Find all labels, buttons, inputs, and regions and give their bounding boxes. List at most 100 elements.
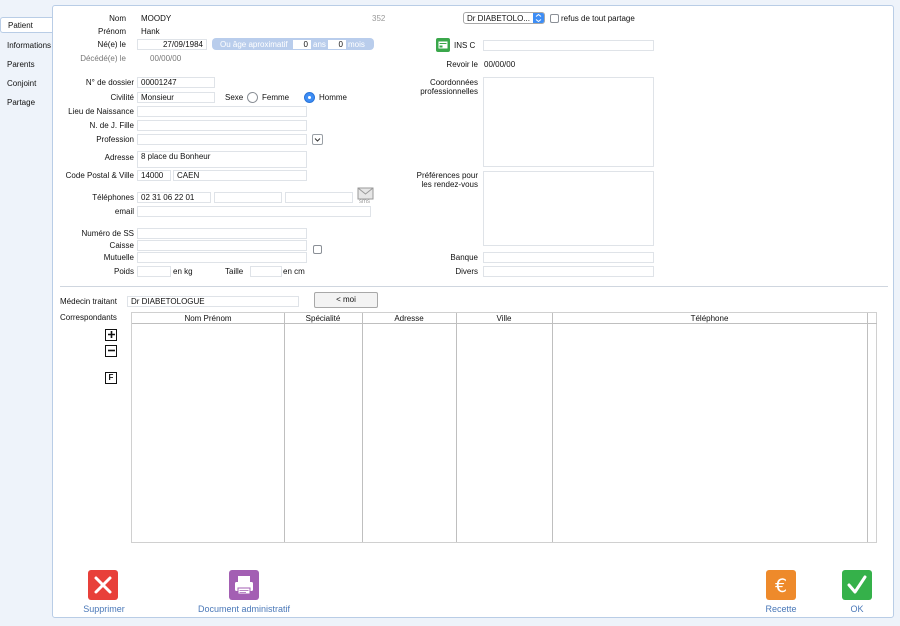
sms-label: sms xyxy=(359,199,370,205)
correspondants-label: Correspondants xyxy=(60,313,117,322)
nom-field[interactable]: MOODY xyxy=(137,13,331,24)
doctor-select-value: Dr DIABETOLO... xyxy=(467,14,530,23)
col-divider xyxy=(456,313,457,542)
mutuelle-checkbox[interactable] xyxy=(313,245,322,254)
col-specialite[interactable]: Spécialité xyxy=(284,313,362,324)
taille-label: Taille xyxy=(225,267,244,276)
delete-x-icon xyxy=(94,576,112,594)
col-adresse[interactable]: Adresse xyxy=(362,313,456,324)
ok-button[interactable] xyxy=(842,570,872,600)
col-ville[interactable]: Ville xyxy=(456,313,552,324)
chevron-down-icon xyxy=(314,138,321,142)
insc-label: INS C xyxy=(454,41,476,50)
tab-patient[interactable]: Patient xyxy=(0,17,53,33)
cp-field[interactable]: 14000 xyxy=(137,170,171,181)
profession-label: Profession xyxy=(96,135,134,144)
decede-value: 00/00/00 xyxy=(150,54,182,63)
sexe-femme-radio[interactable] xyxy=(247,92,258,103)
dossier-label: N° de dossier xyxy=(85,78,134,87)
moi-button[interactable]: < moi xyxy=(314,292,378,308)
sexe-homme-radio[interactable] xyxy=(304,92,315,103)
civilite-field[interactable]: Monsieur xyxy=(137,92,215,103)
email-field[interactable] xyxy=(137,206,371,217)
ok-label: OK xyxy=(850,604,864,614)
tab-parents[interactable]: Parents xyxy=(0,57,52,73)
age-months-unit: mois xyxy=(348,40,365,49)
tel2-field[interactable] xyxy=(214,192,282,203)
col-divider xyxy=(284,313,285,542)
caisse-field[interactable] xyxy=(137,240,307,251)
tab-partage[interactable]: Partage xyxy=(0,95,52,111)
refus-partage-label: refus de tout partage xyxy=(561,14,635,23)
printer-icon xyxy=(235,576,253,595)
recette-label: Recette xyxy=(765,604,797,614)
email-label: email xyxy=(114,207,134,216)
sexe-label: Sexe xyxy=(225,93,244,102)
sms-button[interactable]: sms xyxy=(357,187,374,207)
ss-label: Numéro de SS xyxy=(81,229,134,238)
civilite-label: Civilité xyxy=(110,93,134,102)
col-divider xyxy=(867,313,868,542)
poids-field[interactable] xyxy=(137,266,171,277)
divers-field[interactable] xyxy=(483,266,654,277)
nom-label: Nom xyxy=(109,14,126,23)
checkmark-icon xyxy=(847,575,867,594)
medecin-field[interactable]: Dr DIABETOLOGUE xyxy=(127,296,299,307)
document-administratif-button[interactable] xyxy=(229,570,259,600)
preferences-label: Préférences pour les rendez-vous xyxy=(416,171,478,189)
add-correspondant-button[interactable] xyxy=(105,329,117,341)
age-months-field[interactable]: 0 xyxy=(327,39,347,50)
tab-conjoint[interactable]: Conjoint xyxy=(0,76,52,92)
col-divider xyxy=(362,313,363,542)
supprimer-button[interactable] xyxy=(88,570,118,600)
remove-correspondant-button[interactable] xyxy=(105,345,117,357)
coordonnees-field[interactable] xyxy=(483,77,654,167)
f-button[interactable]: F xyxy=(105,372,117,384)
minus-icon xyxy=(107,349,115,352)
chevron-down-icon xyxy=(533,13,544,23)
col-divider xyxy=(552,313,553,542)
correspondants-table[interactable]: Nom Prénom Spécialité Adresse Ville Télé… xyxy=(131,312,877,543)
banque-field[interactable] xyxy=(483,252,654,263)
doctor-select[interactable]: Dr DIABETOLO... xyxy=(463,12,545,24)
age-years-field[interactable]: 0 xyxy=(292,39,312,50)
tab-informations[interactable]: Informations xyxy=(0,38,52,54)
refus-partage-checkbox[interactable] xyxy=(550,14,559,23)
ne-label: Né(e) le xyxy=(97,40,126,49)
medecin-label: Médecin traitant xyxy=(60,297,117,306)
euro-icon: € xyxy=(775,575,787,597)
approx-age-label: Ou âge aproximatif xyxy=(220,40,288,49)
ins-card-icon[interactable] xyxy=(436,38,450,52)
profession-dropdown-button[interactable] xyxy=(312,134,323,145)
taille-field[interactable] xyxy=(250,266,282,277)
sexe-femme-label: Femme xyxy=(262,93,290,102)
tel1-field[interactable]: 02 31 06 22 01 xyxy=(137,192,211,203)
ville-field[interactable]: CAEN xyxy=(173,170,307,181)
adresse-label: Adresse xyxy=(104,153,134,162)
col-telephone[interactable]: Téléphone xyxy=(552,313,867,324)
taille-unit: en cm xyxy=(283,267,305,276)
profession-field[interactable] xyxy=(137,134,307,145)
tel3-field[interactable] xyxy=(285,192,353,203)
supprimer-label: Supprimer xyxy=(83,604,125,614)
insc-field[interactable] xyxy=(483,40,654,51)
revoir-label: Revoir le xyxy=(446,60,478,69)
adresse-field[interactable]: 8 place du Bonheur xyxy=(137,151,307,168)
section-divider xyxy=(60,286,888,287)
ss-field[interactable] xyxy=(137,228,307,239)
col-nom-prenom[interactable]: Nom Prénom xyxy=(132,313,284,324)
mutuelle-field[interactable] xyxy=(137,252,307,263)
coordonnees-label: Coordonnées professionnelles xyxy=(420,78,478,96)
cp-ville-label: Code Postal & Ville xyxy=(65,171,134,180)
fille-field[interactable] xyxy=(137,120,307,131)
prenom-field[interactable]: Hank xyxy=(137,26,331,37)
caisse-label: Caisse xyxy=(109,241,134,250)
birthdate-field[interactable]: 27/09/1984 xyxy=(137,39,207,50)
lieu-field[interactable] xyxy=(137,106,307,117)
recette-button[interactable]: € xyxy=(766,570,796,600)
dossier-field[interactable]: 00001247 xyxy=(137,77,215,88)
banque-label: Banque xyxy=(450,253,478,262)
decede-label: Décédé(e) le xyxy=(80,54,126,63)
preferences-field[interactable] xyxy=(483,171,654,246)
record-number: 352 xyxy=(372,14,386,23)
